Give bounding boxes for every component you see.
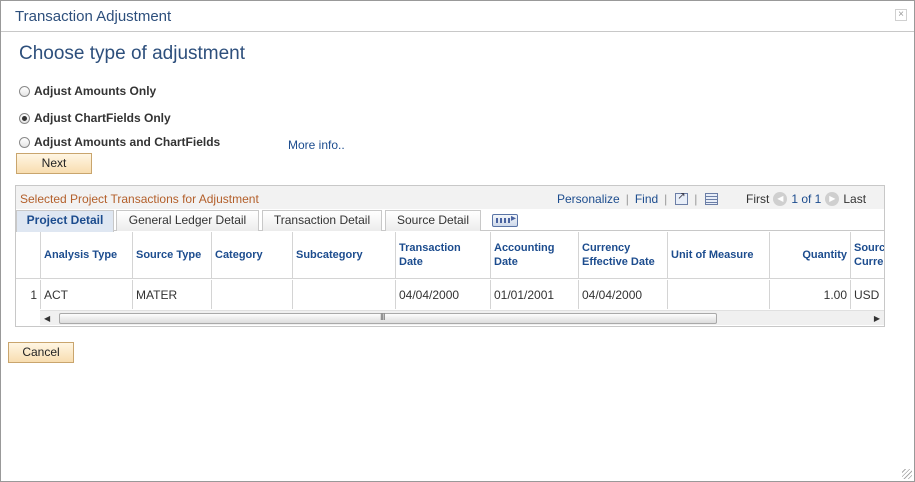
transaction-adjustment-dialog: Transaction Adjustment × Choose type of … [0, 0, 915, 482]
scrollbar-thumb[interactable]: III [59, 312, 717, 324]
option-adjust-chartfields-only[interactable]: Adjust ChartFields Only [19, 111, 171, 125]
tab-project-detail[interactable]: Project Detail [16, 210, 114, 232]
grid-header: Selected Project Transactions for Adjust… [16, 186, 884, 209]
dialog-title: Transaction Adjustment [15, 8, 172, 25]
grid-tabs: Project Detail General Ledger Detail Tra… [16, 210, 884, 232]
column-header-quantity[interactable]: Quantity [770, 232, 851, 279]
radio-adjust-amounts-and-chartfields[interactable] [19, 136, 30, 148]
personalize-link[interactable]: Personalize [557, 192, 620, 206]
previous-arrow-icon[interactable]: ◀ [773, 192, 788, 206]
horizontal-scrollbar[interactable]: ◀ III ▶ [40, 310, 884, 325]
page-heading: Choose type of adjustment [19, 43, 246, 64]
column-header-analysis-type[interactable]: Analysis Type [41, 232, 133, 279]
column-header-source-type[interactable]: Source Type [133, 232, 212, 279]
next-arrow-icon[interactable]: ▶ [825, 192, 840, 206]
tab-transaction-detail[interactable]: Transaction Detail [262, 210, 382, 231]
tab-source-detail[interactable]: Source Detail [385, 210, 481, 231]
cell-category [212, 280, 293, 309]
pager-last: Last [843, 192, 867, 206]
cell-subcategory [293, 280, 396, 309]
cell-quantity: 1.00 [770, 280, 851, 309]
cell-source-type: MATER [133, 280, 212, 309]
pager-first: First [746, 192, 770, 206]
grid-title: Selected Project Transactions for Adjust… [20, 192, 259, 206]
grid-pager: First ◀ 1 of 1 ▶ Last [746, 192, 866, 206]
column-header-unit-of-measure[interactable]: Unit of Measure [668, 232, 770, 279]
column-header-source-currency[interactable]: Source Curre [851, 232, 884, 279]
radio-adjust-amounts-only[interactable] [19, 85, 30, 97]
column-header-subcategory[interactable]: Subcategory [293, 232, 396, 279]
column-header-currency-effective-date[interactable]: Currency Effective Date [579, 232, 668, 279]
project-transactions-grid: Selected Project Transactions for Adjust… [15, 185, 885, 327]
popout-icon[interactable] [675, 191, 689, 205]
radio-adjust-chartfields-only[interactable] [19, 112, 30, 124]
find-link[interactable]: Find [635, 192, 658, 206]
grid-toolbar: Personalize | Find | | [557, 191, 719, 206]
column-header-accounting-date[interactable]: Accounting Date [491, 232, 579, 279]
option-label: Adjust ChartFields Only [34, 111, 171, 125]
toolbar-separator: | [664, 192, 668, 206]
cell-unit-of-measure [668, 280, 770, 309]
row-number: 1 [16, 280, 41, 309]
cell-currency-effective-date: 04/04/2000 [579, 280, 668, 309]
show-all-columns-icon[interactable] [492, 213, 518, 227]
option-label: Adjust Amounts Only [34, 84, 157, 98]
column-header-row-number [16, 232, 41, 279]
more-info-link[interactable]: More info.. [288, 138, 345, 152]
scroll-right-arrow-icon[interactable]: ▶ [874, 314, 880, 323]
option-label: Adjust Amounts and ChartFields [34, 135, 221, 149]
cell-source-currency: USD [854, 287, 880, 302]
pager-count: 1 of 1 [791, 192, 822, 206]
spreadsheet-icon[interactable] [705, 193, 719, 205]
next-button[interactable]: Next [16, 153, 92, 174]
scroll-left-arrow-icon[interactable]: ◀ [44, 314, 50, 323]
cell-analysis-type: ACT [41, 280, 133, 309]
column-header-transaction-date[interactable]: Transaction Date [396, 232, 491, 279]
toolbar-separator: | [694, 192, 698, 206]
tab-general-ledger-detail[interactable]: General Ledger Detail [116, 210, 259, 231]
dialog-titlebar: Transaction Adjustment × [1, 1, 914, 32]
option-adjust-amounts-only[interactable]: Adjust Amounts Only [19, 84, 156, 98]
scrollbar-grip: III [380, 312, 385, 322]
toolbar-separator: | [625, 192, 629, 206]
option-adjust-amounts-and-chartfields[interactable]: Adjust Amounts and ChartFields [19, 135, 220, 149]
cancel-button[interactable]: Cancel [8, 342, 74, 363]
cell-transaction-date: 04/04/2000 [396, 280, 491, 309]
cell-accounting-date: 01/01/2001 [491, 280, 579, 309]
resize-grip-icon[interactable] [902, 469, 912, 479]
close-icon[interactable]: × [895, 9, 907, 21]
column-header-category[interactable]: Category [212, 232, 293, 279]
